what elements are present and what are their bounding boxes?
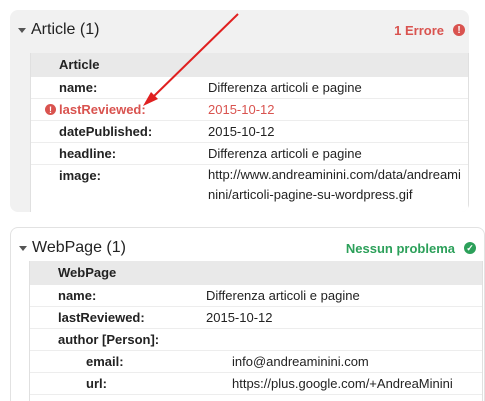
article-status-text: 1 Errore	[394, 22, 444, 38]
collapse-triangle-icon[interactable]	[19, 245, 27, 251]
table-row: datePublished: 2015-10-12	[31, 121, 468, 143]
table-row: email: info@andreaminini.com	[30, 351, 482, 373]
error-icon: !	[45, 104, 56, 115]
property-key: image:	[59, 168, 101, 183]
property-key: lastReviewed:	[58, 310, 145, 325]
property-value: info@andreaminini.com	[232, 354, 369, 369]
webpage-properties-panel: WebPage name: Differenza articoli e pagi…	[29, 261, 483, 401]
table-row: url: https://plus.google.com/+AndreaMini…	[30, 373, 482, 395]
property-value: 2015-10-12	[208, 124, 275, 139]
collapse-triangle-icon[interactable]	[18, 27, 26, 33]
webpage-status: Nessun problema ✓	[346, 241, 484, 256]
property-value: 2015-10-12	[208, 102, 275, 117]
property-key: headline:	[59, 146, 117, 161]
webpage-card: WebPage (1) Nessun problema ✓ WebPage na…	[10, 227, 485, 401]
property-value[interactable]: http://www.andreaminini.com/data/andream…	[208, 165, 461, 205]
property-key: name:	[59, 80, 98, 95]
table-row: author [Person]:	[30, 329, 482, 351]
article-header-title: Article (1)	[31, 21, 100, 38]
image-url-line2[interactable]: nini/articoli-pagine-su-wordpress.gif	[208, 187, 412, 202]
error-icon: !	[453, 24, 465, 36]
article-panel-title: Article	[31, 53, 468, 77]
property-key: email:	[86, 354, 124, 369]
article-status: 1 Errore !	[394, 23, 469, 38]
table-row: image: http://www.andreaminini.com/data/…	[31, 165, 468, 205]
property-value: Differenza articoli e pagine	[208, 146, 362, 161]
table-row-error[interactable]: ! lastReviewed: 2015-10-12	[31, 99, 468, 121]
property-key: name:	[58, 288, 97, 303]
webpage-header-title: WebPage (1)	[32, 239, 126, 256]
webpage-panel-title: WebPage	[30, 261, 482, 285]
property-key: datePublished:	[59, 124, 153, 139]
property-value: Differenza articoli e pagine	[206, 288, 360, 303]
table-row: name: Differenza articoli e pagine	[31, 77, 468, 99]
webpage-status-text: Nessun problema	[345, 240, 455, 256]
property-value: Differenza articoli e pagine	[208, 80, 362, 95]
property-key: author [Person]:	[58, 332, 160, 347]
article-card: Article (1) 1 Errore ! Article name: Dif…	[10, 10, 469, 212]
property-key: url:	[86, 376, 107, 391]
article-properties-panel: Article name: Differenza articoli e pagi…	[30, 53, 469, 212]
table-row: headline: Differenza articoli e pagine	[31, 143, 468, 165]
property-value[interactable]: https://plus.google.com/+AndreaMinini	[232, 376, 453, 391]
property-key: lastReviewed:	[59, 102, 146, 117]
check-icon: ✓	[464, 242, 476, 254]
image-url-line1[interactable]: http://www.andreaminini.com/data/andream…	[208, 167, 461, 182]
property-value: 2015-10-12	[206, 310, 273, 325]
table-row: name: Differenza articoli e pagine	[30, 285, 482, 307]
article-header[interactable]: Article (1) 1 Errore !	[10, 10, 469, 50]
table-row: lastReviewed: 2015-10-12	[30, 307, 482, 329]
